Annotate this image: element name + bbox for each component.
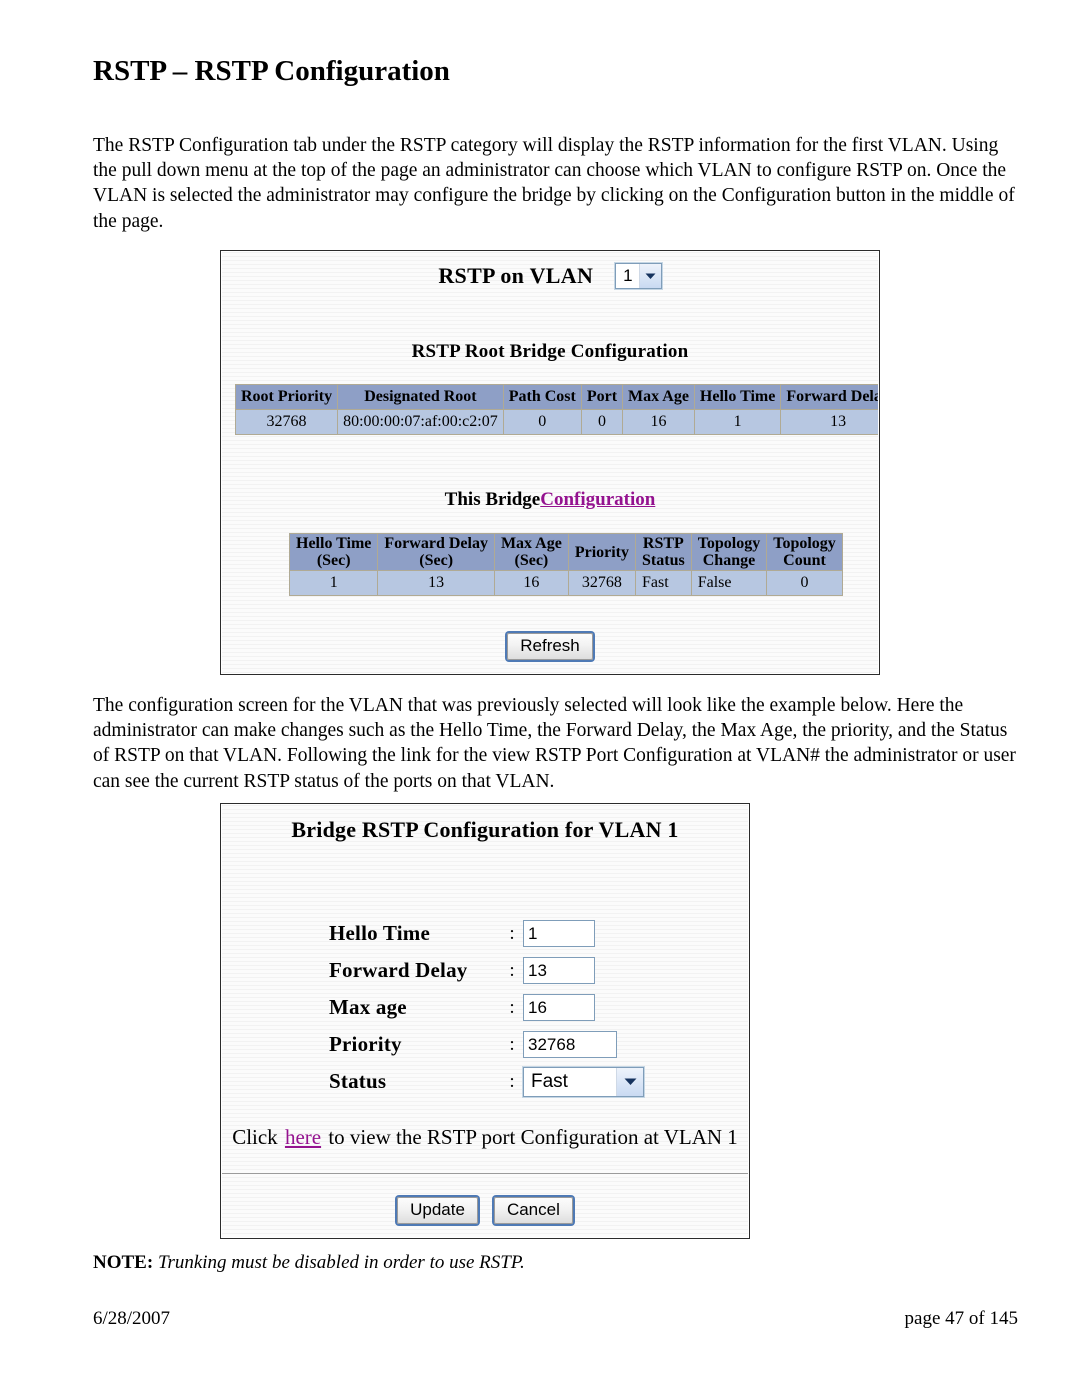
max-age-label: Max age <box>329 995 407 1019</box>
col-priority: Priority <box>567 533 637 571</box>
col-path-cost: Path Cost <box>502 384 582 410</box>
action-button-row: Update Cancel <box>222 1197 748 1224</box>
vlan-select-value: 1 <box>623 266 633 285</box>
cell-forward-delay: 13 <box>780 409 878 435</box>
cell-designated-root: 80:00:00:07:af:00:c2:07 <box>337 409 504 435</box>
cell-path-cost: 0 <box>502 409 582 435</box>
footer-page-number: page 47 of 145 <box>904 1308 1018 1329</box>
cell-rstp-status: Fast <box>635 570 692 596</box>
cell-hello-time: 1 <box>693 409 782 435</box>
refresh-button[interactable]: Refresh <box>507 633 593 660</box>
col-max-age-sec: Max Age (Sec) <box>493 533 569 571</box>
priority-input[interactable] <box>523 1031 617 1058</box>
col-hello-time-sec: Hello Time (Sec) <box>288 533 379 571</box>
this-bridge-table: Hello Time (Sec) Forward Delay (Sec) Max… <box>288 533 843 596</box>
cell-port: 0 <box>580 409 624 435</box>
chevron-down-icon <box>616 1067 643 1096</box>
col-designated-root: Designated Root <box>337 384 504 410</box>
page-title: RSTP – RSTP Configuration <box>93 55 450 87</box>
cell-topology-count: 0 <box>766 570 843 596</box>
col-topology-change: Topology Change <box>690 533 768 571</box>
cancel-button[interactable]: Cancel <box>493 1197 573 1224</box>
vlan-select[interactable]: 1 <box>615 263 662 289</box>
col-hello-time: Hello Time <box>693 384 782 410</box>
cell-forward-delay: 13 <box>377 570 495 596</box>
root-bridge-heading: RSTP Root Bridge Configuration <box>411 341 689 362</box>
click-prefix-text: Click <box>232 1125 278 1149</box>
status-select[interactable]: Fast <box>523 1066 644 1097</box>
vlan-selector-row: RSTP on VLAN 1 <box>222 263 878 289</box>
status-label: Status <box>329 1069 387 1093</box>
status-colon: : <box>509 1070 515 1092</box>
cell-max-age: 16 <box>493 570 569 596</box>
this-bridge-label: This Bridge <box>444 489 541 510</box>
hello-time-label: Hello Time <box>329 921 430 945</box>
here-link[interactable]: here <box>283 1125 323 1149</box>
priority-label: Priority <box>329 1032 402 1056</box>
field-row-status: Status : Fast <box>329 1063 669 1100</box>
col-topology-count: Topology Count <box>766 533 843 571</box>
col-port: Port <box>580 384 624 410</box>
max-age-colon: : <box>509 996 515 1018</box>
cell-hello-time: 1 <box>288 570 379 596</box>
configuration-link[interactable]: Configuration <box>540 489 655 510</box>
cell-topology-change: False <box>690 570 768 596</box>
forward-delay-colon: : <box>509 959 515 981</box>
note-prefix: NOTE: <box>93 1252 154 1273</box>
note-line: NOTE: Trunking must be disabled in order… <box>93 1252 525 1274</box>
update-button[interactable]: Update <box>397 1197 478 1224</box>
field-row-forward-delay: Forward Delay : <box>329 952 669 989</box>
this-bridge-heading: This BridgeConfiguration <box>222 489 878 511</box>
bridge-config-title: Bridge RSTP Configuration for VLAN 1 <box>291 817 679 842</box>
table-header-row: Hello Time (Sec) Forward Delay (Sec) Max… <box>288 533 843 571</box>
port-config-link-line: Click here to view the RSTP port Configu… <box>222 1125 748 1150</box>
table-header-row: Root Priority Designated Root Path Cost … <box>234 384 878 410</box>
footer-date: 6/28/2007 <box>93 1308 171 1329</box>
vlan-label: RSTP on VLAN <box>438 263 594 288</box>
table-row: 1 13 16 32768 Fast False 0 <box>288 570 843 596</box>
intro-paragraph: The RSTP Configuration tab under the RST… <box>93 135 1015 232</box>
col-root-priority: Root Priority <box>234 384 339 410</box>
forward-delay-label: Forward Delay <box>329 958 468 982</box>
cell-priority: 32768 <box>567 570 637 596</box>
note-text: Trunking must be disabled in order to us… <box>157 1252 525 1273</box>
click-suffix-text: to view the RSTP port Configuration at V… <box>328 1125 738 1149</box>
col-forward-delay-sec: Forward Delay (Sec) <box>377 533 495 571</box>
root-bridge-table: Root Priority Designated Root Path Cost … <box>234 384 878 435</box>
refresh-button-row: Refresh <box>222 633 878 660</box>
status-select-value: Fast <box>531 1070 568 1092</box>
cell-root-priority: 32768 <box>234 409 339 435</box>
forward-delay-input[interactable] <box>523 957 595 984</box>
col-max-age: Max Age <box>622 384 695 410</box>
cell-max-age: 16 <box>622 409 695 435</box>
field-row-max-age: Max age : <box>329 989 669 1026</box>
field-row-priority: Priority : <box>329 1026 669 1063</box>
priority-colon: : <box>509 1033 515 1055</box>
table-row: 32768 80:00:00:07:af:00:c2:07 0 0 16 1 1… <box>234 409 878 435</box>
bridge-config-form: Hello Time : Forward Delay : Max age : P… <box>329 915 669 1100</box>
rstp-status-screenshot: RSTP on VLAN 1 RSTP Root Bridge Configur… <box>221 251 879 674</box>
hello-time-colon: : <box>509 922 515 944</box>
bridge-config-screenshot: Bridge RSTP Configuration for VLAN 1 Hel… <box>221 804 749 1238</box>
document-page: RSTP – RSTP Configuration The RSTP Confi… <box>0 0 1080 1397</box>
form-divider <box>222 1173 748 1174</box>
max-age-input[interactable] <box>523 994 595 1021</box>
hello-time-input[interactable] <box>523 920 595 947</box>
field-row-hello-time: Hello Time : <box>329 915 669 952</box>
config-paragraph: The configuration screen for the VLAN th… <box>93 695 1016 792</box>
col-rstp-status: RSTP Status <box>635 533 692 571</box>
col-forward-delay: Forward Delay <box>780 384 878 410</box>
chevron-down-icon <box>638 264 661 288</box>
